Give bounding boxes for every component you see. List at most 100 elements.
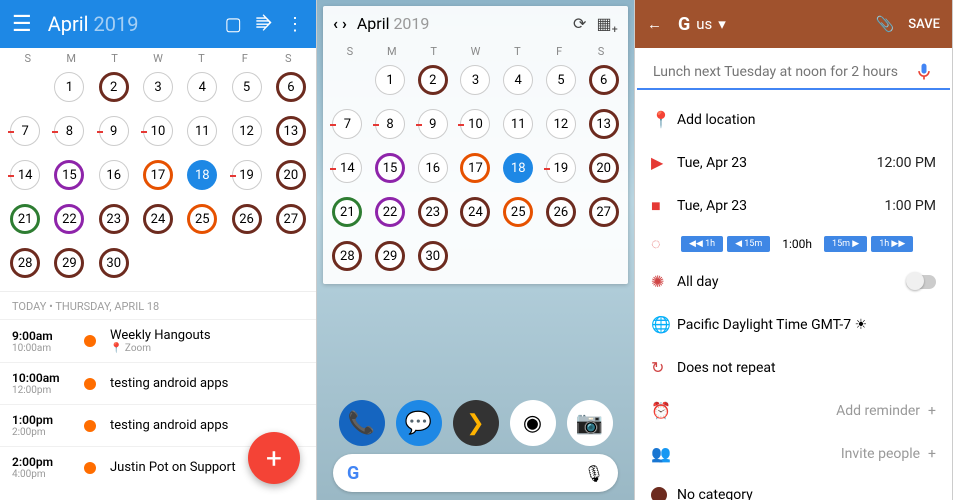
messages-app-icon[interactable]: 💬 (396, 400, 442, 446)
voice-input-icon[interactable] (914, 62, 934, 82)
day-cell[interactable]: 2 (412, 60, 453, 100)
day-cell[interactable]: 13 (583, 104, 624, 144)
category-row[interactable]: No category (635, 475, 952, 500)
start-time-row[interactable]: ▶Tue, Apr 2312:00 PM (635, 141, 952, 184)
allday-toggle[interactable] (906, 275, 936, 289)
day-cell[interactable]: 2 (93, 67, 135, 107)
hamburger-icon[interactable]: ☰ (12, 12, 32, 37)
day-cell[interactable]: 17 (137, 155, 179, 195)
day-cell[interactable]: 18 (498, 148, 539, 188)
day-cell[interactable]: 8 (370, 104, 411, 144)
day-cell[interactable]: 22 (48, 199, 90, 239)
day-cell[interactable]: 14 (4, 155, 46, 195)
day-cell[interactable]: 26 (225, 199, 267, 239)
day-cell[interactable]: 30 (93, 243, 135, 283)
dropdown-icon[interactable]: ▾ (718, 15, 726, 33)
day-cell[interactable]: 5 (225, 67, 267, 107)
event-title-input[interactable] (653, 64, 914, 80)
day-cell[interactable]: 25 (181, 199, 223, 239)
day-cell[interactable]: 29 (370, 236, 411, 276)
day-cell[interactable]: 21 (4, 199, 46, 239)
day-cell[interactable]: 18 (181, 155, 223, 195)
dur-plus-1h[interactable]: 1h ▶▶ (871, 236, 913, 252)
day-cell[interactable]: 17 (455, 148, 496, 188)
back-icon[interactable]: ← (647, 15, 662, 33)
day-cell[interactable]: 16 (412, 148, 453, 188)
day-cell[interactable]: 19 (541, 148, 582, 188)
day-cell[interactable]: 11 (498, 104, 539, 144)
invite-row[interactable]: 👥Invite people+ (635, 432, 952, 475)
day-cell[interactable]: 11 (181, 111, 223, 151)
day-cell[interactable]: 19 (225, 155, 267, 195)
title-input-row[interactable] (637, 48, 950, 90)
allday-row[interactable]: ✺All day (635, 260, 952, 303)
day-cell[interactable]: 5 (541, 60, 582, 100)
day-cell[interactable]: 13 (270, 111, 312, 151)
agenda-item[interactable]: 10:00am12:00pm testing android apps (0, 362, 316, 404)
plex-app-icon[interactable]: ❯ (453, 400, 499, 446)
day-cell[interactable]: 7 (4, 111, 46, 151)
prev-month-icon[interactable]: ‹ (333, 14, 338, 33)
day-cell[interactable]: 3 (455, 60, 496, 100)
day-cell[interactable]: 20 (270, 155, 312, 195)
day-cell[interactable]: 7 (327, 104, 368, 144)
widget-month-title[interactable]: April 2019 (357, 14, 430, 33)
day-cell[interactable]: 27 (270, 199, 312, 239)
dur-minus-15m[interactable]: ◀ 15m (727, 236, 770, 252)
goto-icon[interactable]: ⭆ (256, 14, 272, 35)
day-cell[interactable]: 10 (455, 104, 496, 144)
day-cell[interactable]: 4 (498, 60, 539, 100)
day-cell[interactable]: 25 (498, 192, 539, 232)
assistant-icon[interactable]: 🎙 (584, 464, 604, 483)
day-cell[interactable]: 1 (48, 67, 90, 107)
day-cell[interactable]: 20 (583, 148, 624, 188)
month-title[interactable]: April 2019 (48, 12, 139, 36)
day-cell[interactable]: 4 (181, 67, 223, 107)
day-cell[interactable]: 1 (370, 60, 411, 100)
add-event-fab[interactable]: + (248, 432, 300, 484)
location-row[interactable]: 📍Add location (635, 98, 952, 141)
agenda-item[interactable]: 9:00am10:00am Weekly Hangouts📍 Zoom (0, 319, 316, 362)
day-cell[interactable]: 15 (370, 148, 411, 188)
day-cell[interactable]: 3 (137, 67, 179, 107)
day-cell[interactable]: 6 (270, 67, 312, 107)
day-cell[interactable]: 28 (327, 236, 368, 276)
day-cell[interactable]: 29 (48, 243, 90, 283)
dur-plus-15m[interactable]: 15m ▶ (824, 236, 867, 252)
overflow-icon[interactable]: ⋮ (286, 14, 304, 35)
day-cell[interactable]: 6 (583, 60, 624, 100)
day-cell[interactable]: 15 (48, 155, 90, 195)
timezone-row[interactable]: 🌐Pacific Daylight Time GMT-7 ☀ (635, 303, 952, 346)
day-cell[interactable]: 27 (583, 192, 624, 232)
day-cell[interactable]: 24 (137, 199, 179, 239)
day-cell[interactable]: 10 (137, 111, 179, 151)
reminder-row[interactable]: ⏰Add reminder+ (635, 389, 952, 432)
camera-app-icon[interactable]: 📷 (567, 400, 613, 446)
day-cell[interactable]: 9 (412, 104, 453, 144)
today-icon[interactable]: ▢ (225, 14, 242, 35)
day-cell[interactable]: 23 (412, 192, 453, 232)
day-cell[interactable]: 16 (93, 155, 135, 195)
dur-minus-1h[interactable]: ◀◀ 1h (681, 236, 723, 252)
day-cell[interactable]: 14 (327, 148, 368, 188)
day-cell[interactable]: 30 (412, 236, 453, 276)
save-button[interactable]: SAVE (908, 17, 940, 32)
day-cell[interactable]: 9 (93, 111, 135, 151)
calendar-grid[interactable]: 1234567891011121314151617181920212223242… (0, 67, 316, 283)
day-cell[interactable]: 23 (93, 199, 135, 239)
refresh-icon[interactable]: ⟳ (573, 14, 586, 33)
day-cell[interactable]: 12 (225, 111, 267, 151)
day-cell[interactable]: 24 (455, 192, 496, 232)
phone-app-icon[interactable]: 📞 (339, 400, 385, 446)
google-search-bar[interactable]: G 🎙 (333, 454, 618, 492)
next-month-icon[interactable]: › (342, 14, 347, 33)
day-cell[interactable]: 22 (370, 192, 411, 232)
chrome-app-icon[interactable]: ◉ (510, 400, 556, 446)
add-icon[interactable]: ▦₊ (596, 14, 618, 33)
repeat-row[interactable]: ↻Does not repeat (635, 346, 952, 389)
day-cell[interactable]: 28 (4, 243, 46, 283)
end-time-row[interactable]: ■Tue, Apr 231:00 PM (635, 184, 952, 228)
widget-calendar-grid[interactable]: 1234567891011121314151617181920212223242… (323, 60, 628, 284)
day-cell[interactable]: 12 (541, 104, 582, 144)
day-cell[interactable]: 8 (48, 111, 90, 151)
